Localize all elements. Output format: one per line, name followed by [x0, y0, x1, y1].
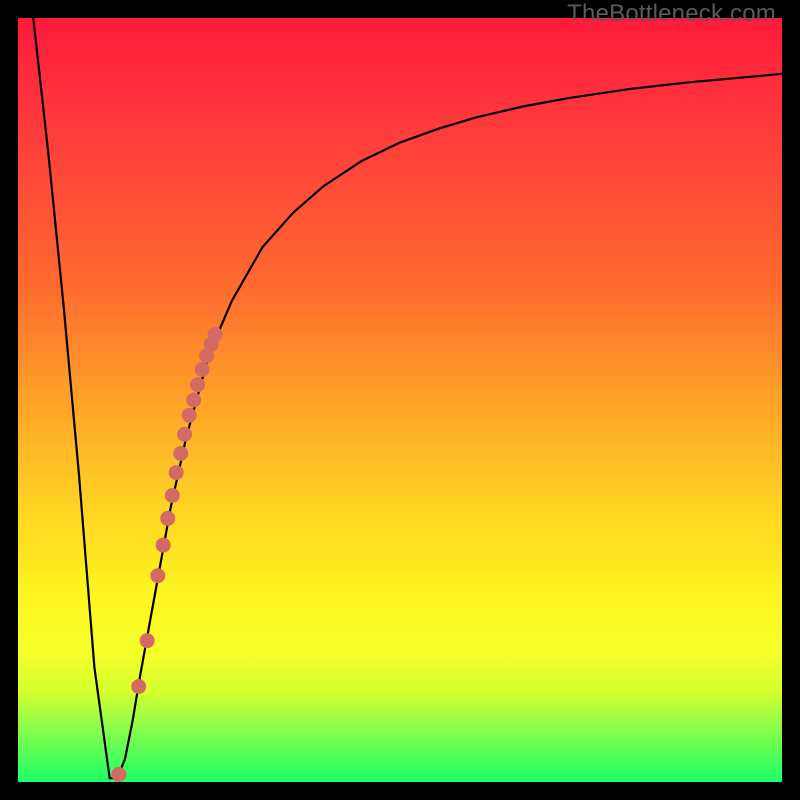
- data-dot: [160, 511, 175, 526]
- data-dot: [173, 446, 188, 461]
- outer-black-frame: TheBottleneck.com: [0, 0, 800, 800]
- chart-dots-group: [111, 327, 222, 782]
- data-dot: [195, 362, 210, 377]
- data-dot: [111, 767, 126, 782]
- data-dot: [169, 465, 184, 480]
- data-dot: [190, 377, 205, 392]
- data-dot: [140, 633, 155, 648]
- chart-dots: [18, 18, 782, 782]
- data-dot: [177, 427, 192, 442]
- data-dot: [131, 679, 146, 694]
- watermark-text: TheBottleneck.com: [567, 0, 776, 28]
- data-dot: [156, 538, 171, 553]
- data-dot: [208, 327, 223, 342]
- data-dot: [186, 393, 201, 408]
- data-dot: [182, 408, 197, 423]
- plot-area: [18, 18, 782, 782]
- data-dot: [150, 568, 165, 583]
- data-dot: [165, 488, 180, 503]
